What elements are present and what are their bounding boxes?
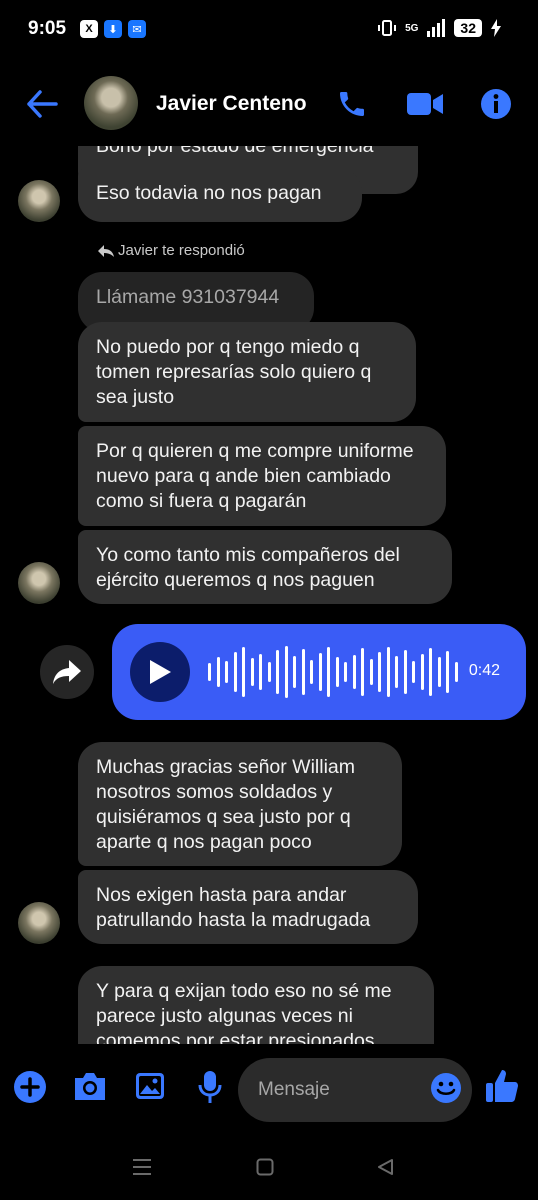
status-time: 9:05 (28, 18, 67, 39)
voice-duration: 0:42 (468, 662, 500, 679)
contact-avatar-small[interactable] (18, 902, 60, 944)
play-button[interactable] (130, 642, 190, 702)
microphone-icon[interactable] (198, 1070, 222, 1104)
back-nav-icon[interactable] (376, 1158, 394, 1176)
message-bubble[interactable]: Nos exigen hasta para andar patrullando … (78, 870, 418, 944)
arrow-left-icon[interactable] (26, 90, 58, 118)
message-text: Nos exigen hasta para andar patrullando … (96, 884, 371, 931)
message-placeholder: Mensaje (258, 1079, 330, 1100)
voice-message[interactable]: 0:42 (112, 624, 526, 720)
info-icon[interactable] (480, 88, 512, 120)
audio-waveform[interactable] (208, 646, 458, 698)
contact-avatar[interactable] (84, 76, 138, 130)
notification-icons: X ⬇ ✉ (80, 20, 146, 38)
message-text: No puedo por q tengo miedo q tomen repre… (96, 336, 372, 408)
network-type: 5G (405, 22, 419, 34)
status-bar: 9:05 X ⬇ ✉ 5G 32 (0, 0, 538, 62)
thumbs-up-icon[interactable] (484, 1068, 520, 1104)
battery-level: 32 (454, 19, 482, 37)
share-button[interactable] (40, 645, 94, 699)
reply-indicator: Javier te respondió (98, 242, 245, 259)
plus-circle-icon[interactable] (13, 1070, 47, 1104)
x-app-icon: X (80, 20, 98, 38)
message-text: Llámame 931037944 (96, 286, 280, 308)
share-arrow-icon (53, 660, 81, 684)
emoji-icon[interactable] (430, 1072, 462, 1104)
reply-note-text: Javier te respondió (118, 242, 245, 259)
message-text: Yo como tanto mis compañeros del ejércit… (96, 544, 400, 591)
video-camera-icon[interactable] (406, 88, 444, 120)
signal-icon (427, 19, 446, 37)
message-bubble[interactable]: Eso todavia no nos pagan (78, 168, 362, 222)
message-text: Por q quieren q me compre uniforme nuevo… (96, 440, 414, 512)
message-list[interactable]: Bono por estado de emergencia Eso todavi… (0, 146, 538, 1044)
phone-icon[interactable] (336, 88, 368, 120)
message-bubble[interactable]: Yo como tanto mis compañeros del ejércit… (78, 530, 452, 604)
download-app-icon: ⬇ (104, 20, 122, 38)
message-bubble[interactable]: Por q quieren q me compre uniforme nuevo… (78, 426, 446, 526)
message-bubble[interactable]: Muchas gracias señor William nosotros so… (78, 742, 402, 866)
message-bubble[interactable]: Y para q exijan todo eso no sé me parece… (78, 966, 434, 1044)
message-text: Muchas gracias señor William nosotros so… (96, 756, 355, 853)
home-icon[interactable] (256, 1158, 274, 1176)
system-status: 5G 32 (377, 18, 502, 38)
image-icon[interactable] (134, 1070, 166, 1102)
message-text: Eso todavia no nos pagan (96, 182, 322, 204)
contact-name[interactable]: Javier Centeno (156, 92, 307, 116)
play-icon (150, 660, 171, 684)
recent-apps-icon[interactable] (132, 1158, 152, 1176)
reply-arrow-icon (98, 245, 114, 258)
contact-avatar-small[interactable] (18, 562, 60, 604)
camera-icon[interactable] (72, 1070, 108, 1102)
message-text: Y para q exijan todo eso no sé me parece… (96, 980, 392, 1044)
vibrate-icon (378, 20, 397, 36)
contact-avatar-small[interactable] (18, 180, 60, 222)
message-bubble[interactable]: No puedo por q tengo miedo q tomen repre… (78, 322, 416, 422)
charging-icon (491, 19, 501, 37)
message-text: Bono por estado de emergencia (96, 146, 374, 157)
messenger-app-icon: ✉ (128, 20, 146, 38)
